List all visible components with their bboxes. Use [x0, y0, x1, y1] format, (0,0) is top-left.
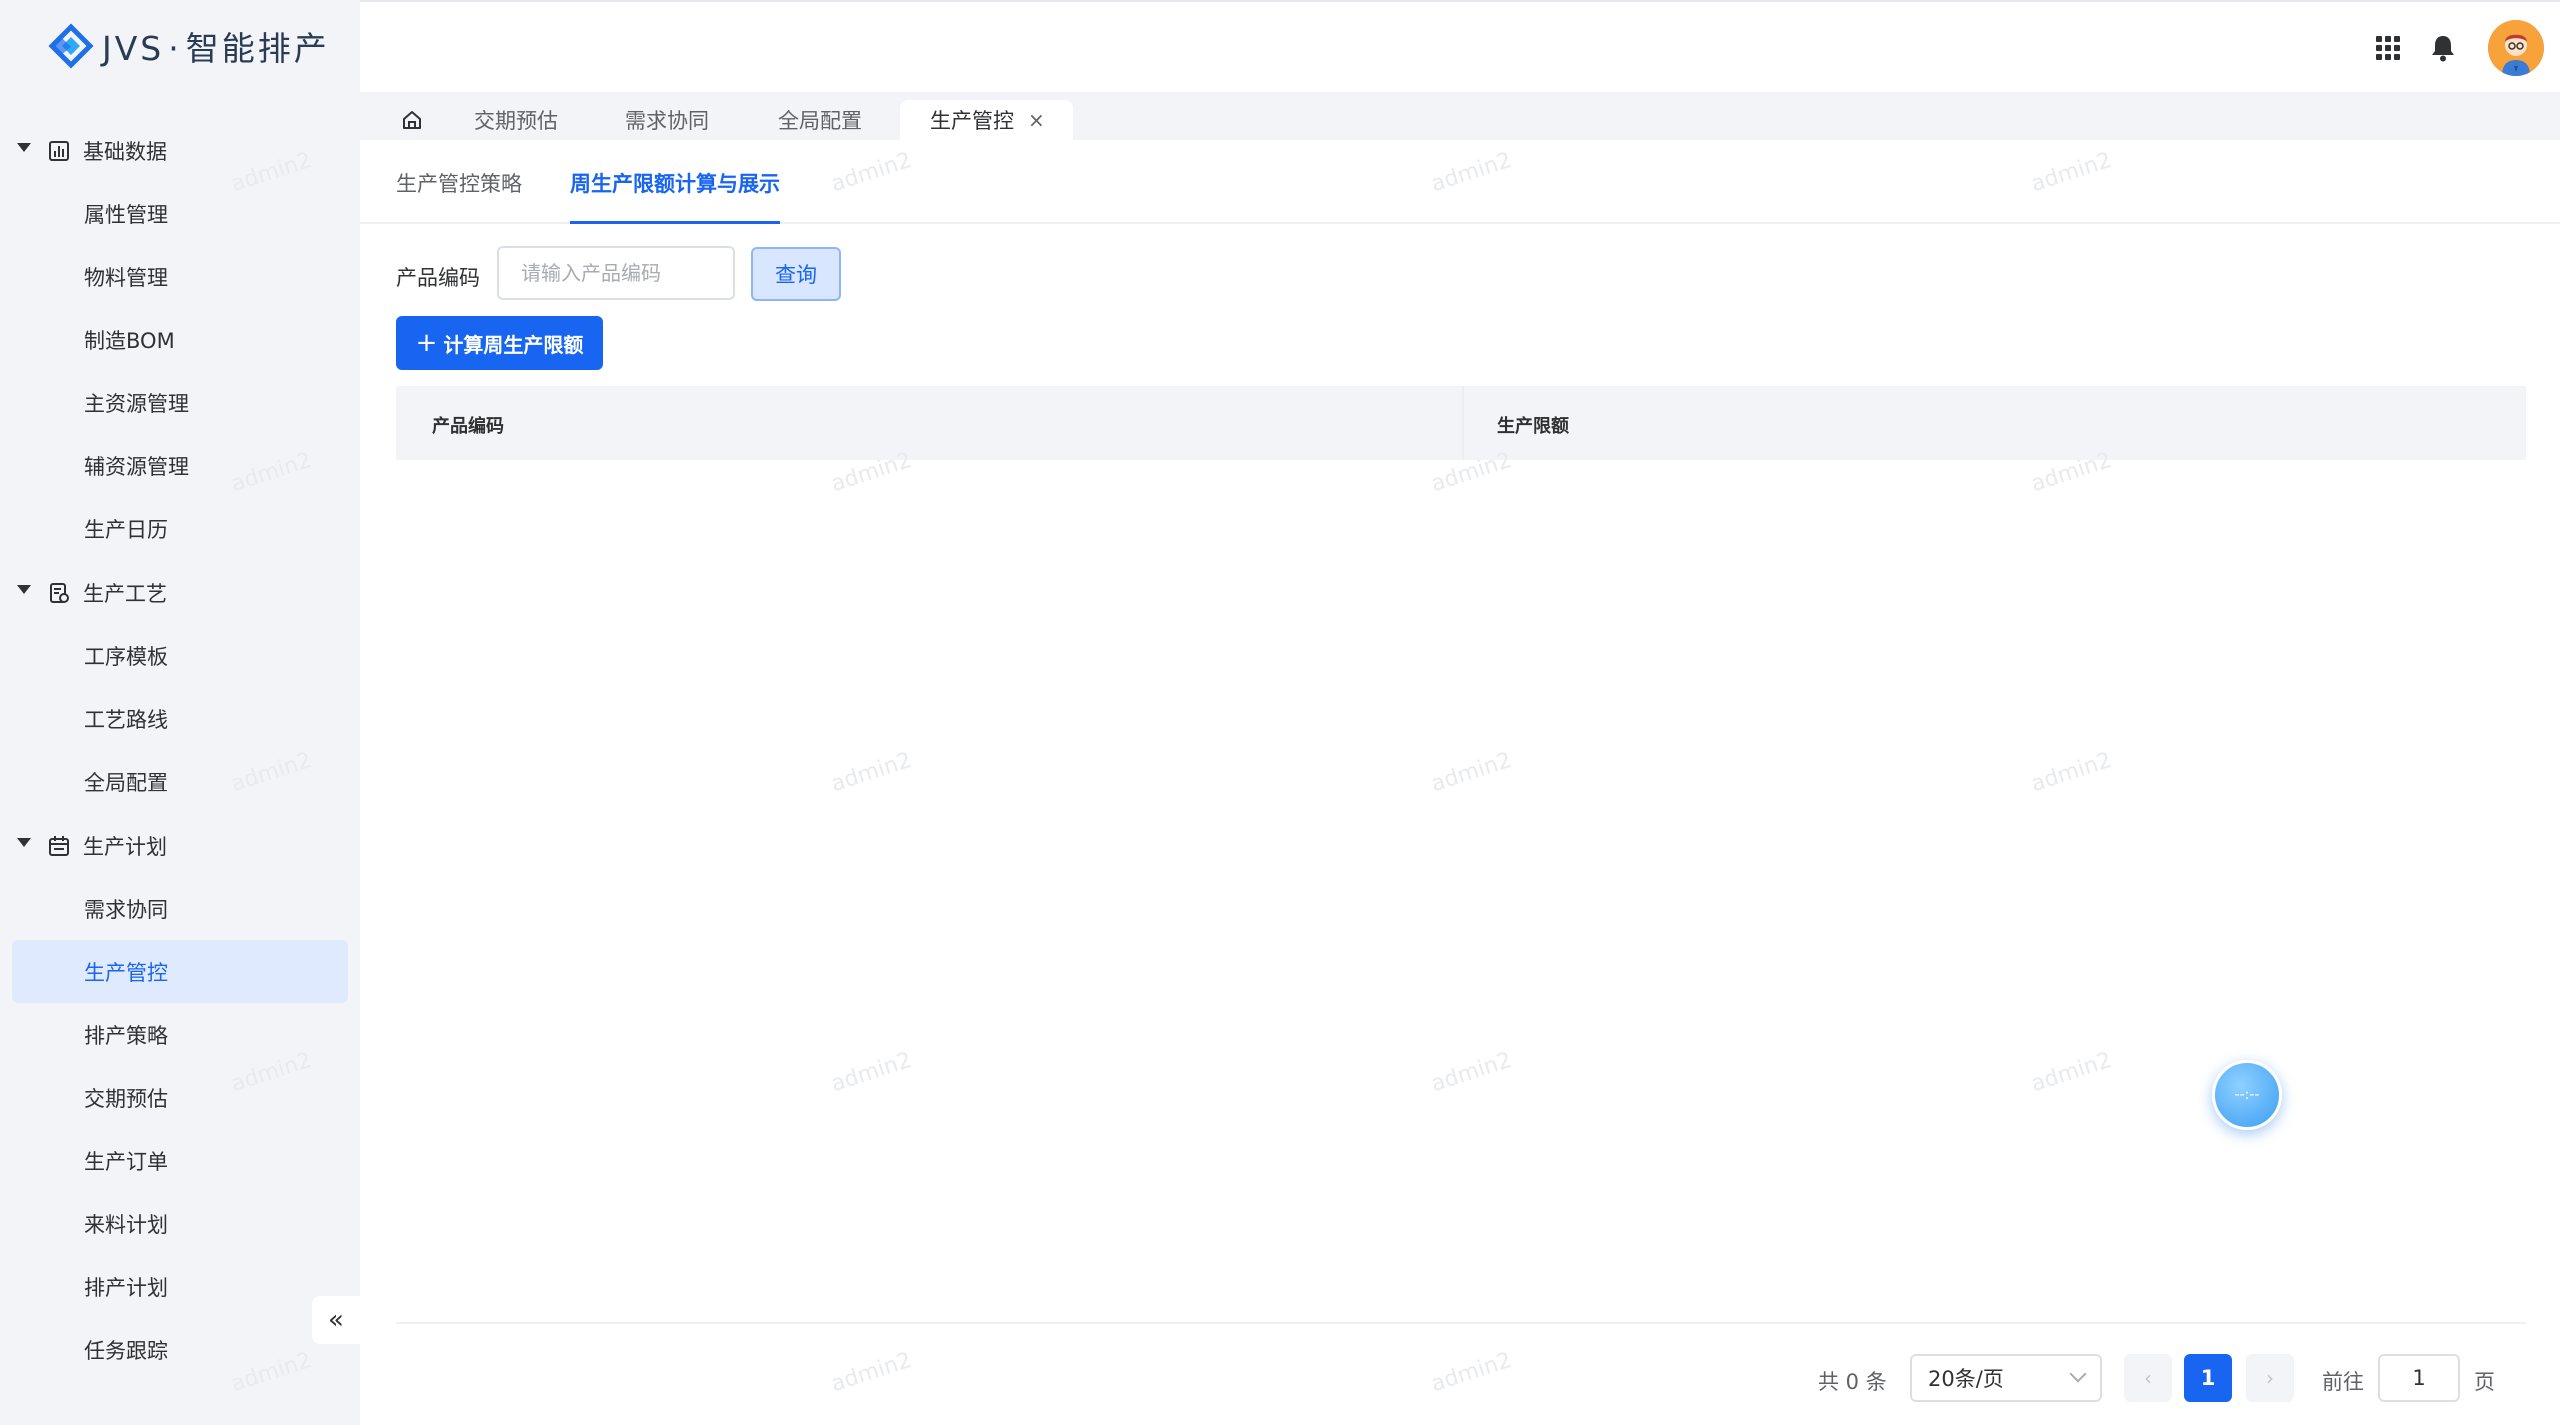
logo-separator: · — [168, 29, 182, 68]
sidebar-item-global-config[interactable]: 全局配置 — [0, 750, 360, 813]
subtab-weekly-limit[interactable]: 周生产限额计算与展示 — [570, 168, 780, 224]
header-actions — [2376, 20, 2544, 76]
sidebar-collapse-button[interactable]: « — [312, 1296, 360, 1344]
logo-mark-icon — [48, 23, 94, 69]
sidebar-item-production-control[interactable]: 生产管控 — [12, 940, 348, 1003]
prev-page-button[interactable]: ‹ — [2124, 1354, 2172, 1402]
caret-down-icon — [17, 143, 31, 152]
watermark: admin2 — [1428, 747, 1515, 798]
menu-group-label: 基础数据 — [83, 140, 167, 164]
sidebar: JVS · 智能排产 基础数据 属性管理 物料管理 制造BOM 主资源管理 辅资源管… — [0, 0, 360, 1425]
watermark: admin2 — [1428, 1047, 1515, 1098]
caret-down-icon — [17, 838, 31, 847]
product-code-input[interactable] — [497, 246, 735, 300]
calc-button-label: 计算周生产限额 — [443, 332, 584, 357]
tab-home[interactable] — [396, 100, 428, 140]
sidebar-item-main-resource[interactable]: 主资源管理 — [0, 371, 360, 434]
close-icon[interactable]: × — [1028, 108, 1045, 132]
sidebar-item-attribute-mgmt[interactable]: 属性管理 — [0, 182, 360, 245]
watermark: admin2 — [2028, 1047, 2115, 1098]
next-page-button[interactable]: › — [2246, 1354, 2294, 1402]
subtab-strategy[interactable]: 生产管控策略 — [396, 168, 522, 224]
goto-prefix: 前往 — [2322, 1370, 2364, 1394]
sidebar-menu: 基础数据 属性管理 物料管理 制造BOM 主资源管理 辅资源管理 生产日历 生产… — [0, 118, 360, 1381]
query-button[interactable]: 查询 — [751, 247, 841, 301]
home-icon — [403, 111, 421, 129]
watermark: admin2 — [2028, 747, 2115, 798]
sidebar-item-delivery-estimate[interactable]: 交期预估 — [0, 1066, 360, 1129]
calc-weekly-limit-button[interactable]: + 计算周生产限额 — [396, 316, 603, 370]
sidebar-item-task-tracking[interactable]: 任务跟踪 — [0, 1318, 360, 1381]
table-header: 产品编码 生产限额 — [396, 386, 2526, 460]
bell-icon[interactable] — [2430, 34, 2456, 62]
app-logo[interactable]: JVS · 智能排产 — [48, 22, 330, 70]
sidebar-item-material-plan[interactable]: 来料计划 — [0, 1192, 360, 1255]
sidebar-item-process-route[interactable]: 工艺路线 — [0, 687, 360, 750]
page-size-value: 20条/页 — [1928, 1367, 2004, 1391]
process-doc-icon — [50, 583, 69, 603]
watermark: admin2 — [1428, 1347, 1515, 1398]
logo-text: JVS · 智能排产 — [102, 22, 330, 70]
sidebar-item-operation-template[interactable]: 工序模板 — [0, 624, 360, 687]
sidebar-item-production-order[interactable]: 生产订单 — [0, 1129, 360, 1192]
watermark: admin2 — [828, 747, 915, 798]
sub-tabs: 生产管控策略 周生产限额计算与展示 — [360, 140, 2560, 224]
plus-icon: + — [415, 328, 438, 358]
tab-global-config[interactable]: 全局配置 — [778, 100, 862, 140]
goto-page-input[interactable] — [2378, 1354, 2460, 1402]
sidebar-item-material-mgmt[interactable]: 物料管理 — [0, 245, 360, 308]
menu-group-plan[interactable]: 生产计划 — [0, 813, 360, 877]
table-column-divider — [1462, 386, 1464, 460]
page-number-current[interactable]: 1 — [2184, 1354, 2232, 1402]
watermark: admin2 — [828, 1047, 915, 1098]
menu-group-label: 生产计划 — [83, 835, 167, 859]
menu-group-process[interactable]: 生产工艺 — [0, 560, 360, 624]
column-header-product-code[interactable]: 产品编码 — [432, 412, 504, 438]
user-avatar[interactable] — [2488, 20, 2544, 76]
page-tabs-bar: 交期预估 需求协同 全局配置 生产管控 × — [360, 92, 2560, 140]
pagination-total: 共 0 条 — [1818, 1370, 1887, 1394]
column-header-production-limit[interactable]: 生产限额 — [1497, 412, 1569, 438]
goto-suffix: 页 — [2474, 1370, 2495, 1394]
logo-product: 智能排产 — [185, 29, 330, 68]
tab-label: 生产管控 — [930, 109, 1014, 133]
product-code-label: 产品编码 — [396, 266, 480, 290]
sidebar-item-schedule-plan[interactable]: 排产计划 — [0, 1255, 360, 1318]
top-header — [360, 0, 2560, 92]
tab-demand[interactable]: 需求协同 — [625, 100, 709, 140]
watermark: admin2 — [828, 1347, 915, 1398]
chevron-down-icon — [2069, 1365, 2087, 1383]
avatar-face-icon — [2488, 20, 2544, 76]
caret-down-icon — [17, 585, 31, 594]
tab-production-control[interactable]: 生产管控 × — [900, 100, 1073, 140]
page-size-select[interactable]: 20条/页 — [1910, 1354, 2102, 1402]
sidebar-item-calendar[interactable]: 生产日历 — [0, 497, 360, 560]
sidebar-item-bom[interactable]: 制造BOM — [0, 308, 360, 371]
sidebar-item-demand[interactable]: 需求协同 — [0, 877, 360, 940]
menu-group-basic-data[interactable]: 基础数据 — [0, 118, 360, 182]
logo-brand: JVS — [102, 29, 165, 68]
floating-assistant-button[interactable]: --:-- — [2212, 1060, 2282, 1130]
apps-grid-icon[interactable] — [2376, 36, 2400, 60]
calendar-icon — [49, 836, 69, 856]
sidebar-item-scheduling-strategy[interactable]: 排产策略 — [0, 1003, 360, 1066]
table-bottom-border — [396, 1322, 2526, 1324]
chart-icon — [49, 141, 69, 161]
menu-group-label: 生产工艺 — [83, 582, 167, 606]
sidebar-item-aux-resource[interactable]: 辅资源管理 — [0, 434, 360, 497]
tab-delivery-estimate[interactable]: 交期预估 — [474, 100, 558, 140]
